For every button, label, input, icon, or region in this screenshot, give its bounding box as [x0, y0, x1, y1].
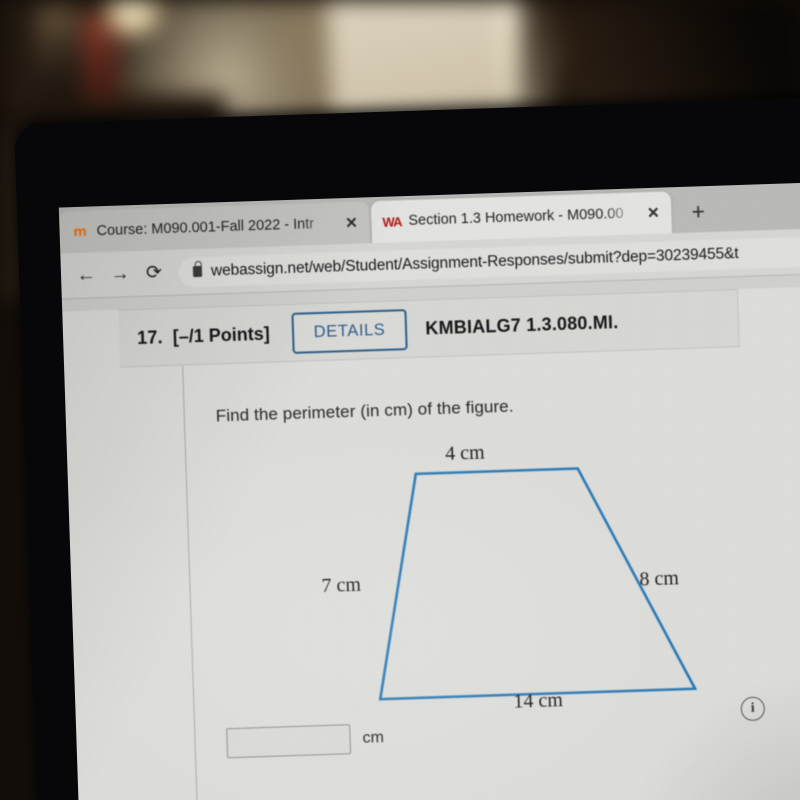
- forward-icon[interactable]: →: [102, 257, 137, 292]
- figure-label-bottom: 14 cm: [513, 689, 564, 713]
- answer-unit-label: cm: [362, 729, 385, 747]
- question-number: 17.: [136, 326, 164, 348]
- question-header: 17. [–/1 Points] DETAILS KMBIALG7 1.3.08…: [118, 289, 740, 368]
- answer-row: cm: [226, 723, 385, 759]
- room-bottle: [36, 6, 80, 102]
- question-points: [–/1 Points]: [172, 323, 271, 347]
- laptop-bezel: m Course: M090.001-Fall 2022 - Intr ✕ WA…: [14, 94, 800, 800]
- photo-of-laptop-screen: m Course: M090.001-Fall 2022 - Intr ✕ WA…: [0, 0, 800, 800]
- reload-icon[interactable]: ⟳: [136, 255, 171, 290]
- question-prompt: Find the perimeter (in cm) of the figure…: [215, 396, 514, 426]
- browser-window: m Course: M090.001-Fall 2022 - Intr ✕ WA…: [58, 179, 800, 800]
- close-icon[interactable]: ✕: [644, 204, 663, 223]
- details-button[interactable]: DETAILS: [291, 308, 409, 354]
- tab-label: Section 1.3 Homework - M090.00: [408, 205, 624, 229]
- webassign-icon: WA: [382, 213, 402, 230]
- moodle-icon: m: [73, 224, 88, 240]
- trapezoid-svg: [378, 467, 698, 701]
- question-code: KMBIALG7 1.3.080.MI.: [425, 311, 619, 338]
- question-body: Find the perimeter (in cm) of the figure…: [185, 369, 800, 800]
- answer-input[interactable]: [226, 724, 352, 759]
- webassign-page: 17. [–/1 Points] DETAILS KMBIALG7 1.3.08…: [62, 282, 800, 800]
- back-icon[interactable]: ←: [68, 258, 103, 293]
- url-text: webassign.net/web/Student/Assignment-Res…: [210, 244, 739, 280]
- padlock-icon: [192, 265, 203, 278]
- trapezoid-figure: 4 cm 7 cm 8 cm 14 cm i: [187, 422, 800, 744]
- figure-label-top: 4 cm: [444, 441, 485, 465]
- close-icon[interactable]: ✕: [342, 214, 361, 233]
- figure-label-right: 8 cm: [639, 567, 680, 591]
- tab-label: Course: M090.001-Fall 2022 - Intr: [96, 216, 315, 240]
- new-tab-button[interactable]: +: [683, 196, 714, 227]
- figure-label-left: 7 cm: [321, 573, 362, 598]
